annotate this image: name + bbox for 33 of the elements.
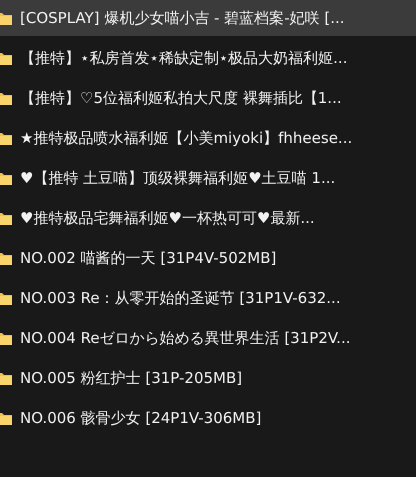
folder-row[interactable]: [COSPLAY] 爆机少女喵小吉 - 碧蓝档案-妃咲 [... (0, 0, 416, 36)
folder-row[interactable]: NO.005 粉红护士 [31P-205MB] (0, 360, 416, 396)
folder-icon (0, 252, 12, 264)
folder-name: NO.006 骸骨少女 [24P1V-306MB] (20, 408, 262, 428)
folder-icon (0, 332, 12, 344)
folder-icon (0, 212, 12, 224)
folder-icon (0, 52, 12, 64)
folder-row[interactable]: ★推特极品喷水福利姬【小美miyoki】fhheese... (0, 120, 416, 156)
folder-name: [COSPLAY] 爆机少女喵小吉 - 碧蓝档案-妃咲 [... (20, 8, 345, 28)
folder-name: NO.004 Reゼロから始める異世界生活 [31P2V... (20, 328, 350, 348)
folder-icon (0, 292, 12, 304)
folder-row[interactable]: ♥推特极品宅舞福利姬♥一杯热可可♥最新... (0, 200, 416, 236)
folder-row[interactable]: NO.006 骸骨少女 [24P1V-306MB] (0, 400, 416, 436)
folder-name: ♥【推特 土豆喵】顶级裸舞福利姬♥土豆喵 1... (20, 168, 336, 188)
folder-row[interactable]: NO.003 Re：从零开始的圣诞节 [31P1V-632... (0, 280, 416, 316)
folder-icon (0, 172, 12, 184)
folder-name: NO.005 粉红护士 [31P-205MB] (20, 368, 242, 388)
folder-icon (0, 372, 12, 384)
folder-row[interactable]: ♥【推特 土豆喵】顶级裸舞福利姬♥土豆喵 1... (0, 160, 416, 196)
folder-row[interactable]: NO.002 喵酱的一天 [31P4V-502MB] (0, 240, 416, 276)
folder-row[interactable]: 【推特】♡5位福利姬私拍大尺度 裸舞插比【1... (0, 80, 416, 116)
folder-name: 【推特】♡5位福利姬私拍大尺度 裸舞插比【1... (20, 88, 342, 108)
folder-icon (0, 132, 12, 144)
folder-name: NO.002 喵酱的一天 [31P4V-502MB] (20, 248, 276, 268)
folder-icon (0, 412, 12, 424)
folder-name: NO.003 Re：从零开始的圣诞节 [31P1V-632... (20, 288, 341, 308)
folder-icon (0, 12, 12, 24)
folder-row[interactable]: 【推特】⋆私房首发⋆稀缺定制⋆极品大奶福利姬... (0, 40, 416, 76)
folder-icon (0, 92, 12, 104)
folder-name: 【推特】⋆私房首发⋆稀缺定制⋆极品大奶福利姬... (20, 48, 348, 68)
folder-name: ♥推特极品宅舞福利姬♥一杯热可可♥最新... (20, 208, 315, 228)
folder-name: ★推特极品喷水福利姬【小美miyoki】fhheese... (20, 128, 352, 148)
folder-row[interactable]: NO.004 Reゼロから始める異世界生活 [31P2V... (0, 320, 416, 356)
